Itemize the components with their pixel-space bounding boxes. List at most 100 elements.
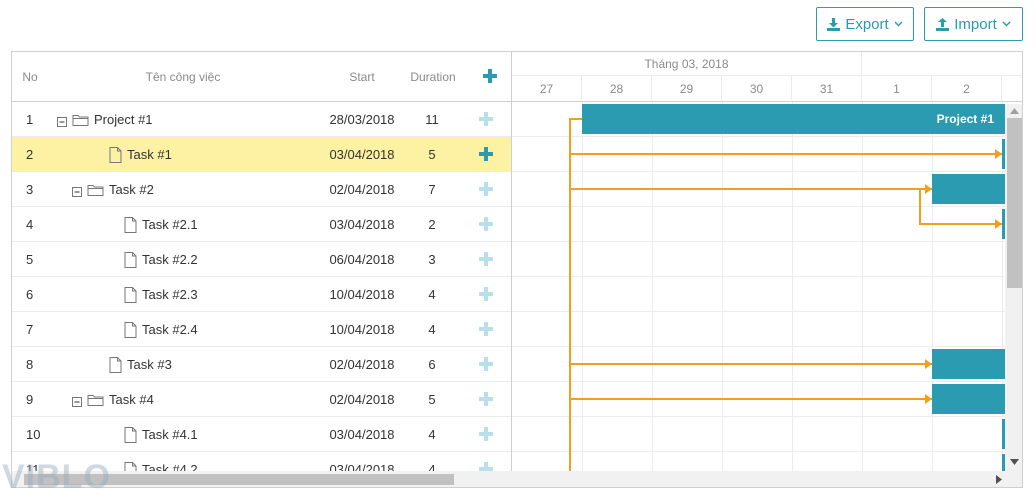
- dependency-links: [569, 118, 1002, 472]
- task-row[interactable]: 1 Project #1 28/03/2018 11: [12, 102, 511, 137]
- upload-icon: [936, 17, 950, 31]
- task-grid: No Tên công việc Start Duration 1 Project…: [12, 52, 512, 487]
- task-row[interactable]: 4 Task #2.1 03/04/2018 2: [12, 207, 511, 242]
- add-subtask-button[interactable]: [479, 182, 493, 196]
- task-name-cell[interactable]: Task #2.1: [124, 207, 198, 242]
- grid-header: No Tên công việc Start Duration: [12, 52, 511, 102]
- task-name: Task #4.1: [142, 427, 198, 442]
- task-name-cell[interactable]: Task #2.2: [124, 242, 198, 277]
- dependency-link[interactable]: [569, 118, 582, 472]
- file-icon: [109, 356, 122, 373]
- dependency-link[interactable]: [919, 189, 1002, 225]
- add-subtask-button[interactable]: [479, 252, 493, 266]
- task-name: Task #2.4: [142, 322, 198, 337]
- add-subtask-button[interactable]: [479, 322, 493, 336]
- scroll-up-arrow-icon[interactable]: [1010, 108, 1019, 114]
- task-start-date: 10/04/2018: [329, 322, 395, 337]
- task-name-cell[interactable]: Task #4: [72, 382, 154, 417]
- task-name: Project #1: [94, 112, 153, 127]
- task-name-cell[interactable]: Task #2: [72, 172, 154, 207]
- task-duration: 4: [428, 287, 436, 302]
- task-row[interactable]: 8 Task #3 02/04/2018 6: [12, 347, 511, 382]
- collapse-toggle-icon[interactable]: [72, 395, 82, 407]
- add-task-header-button[interactable]: [483, 69, 497, 88]
- task-no: 7: [26, 322, 34, 337]
- export-button-label: Export: [845, 15, 889, 33]
- task-duration: 4: [428, 322, 436, 337]
- column-header-name[interactable]: Tên công việc: [72, 52, 294, 102]
- task-no: 8: [26, 357, 34, 372]
- task-no: 5: [26, 252, 34, 267]
- vertical-scrollbar[interactable]: [1005, 104, 1022, 487]
- link-arrow-icon: [925, 394, 932, 404]
- task-duration: 4: [428, 427, 436, 442]
- task-name-cell[interactable]: Task #4.1: [124, 417, 198, 452]
- folder-icon: [87, 183, 104, 196]
- folder-icon: [87, 393, 104, 406]
- link-arrow-icon: [995, 149, 1002, 159]
- task-name-cell[interactable]: Task #1: [109, 137, 172, 172]
- add-subtask-button[interactable]: [479, 287, 493, 301]
- download-icon: [827, 17, 841, 31]
- add-subtask-button[interactable]: [479, 147, 493, 161]
- task-row[interactable]: 7 Task #2.4 10/04/2018 4: [12, 312, 511, 347]
- task-duration: 5: [428, 392, 436, 407]
- collapse-toggle-icon[interactable]: [72, 185, 82, 197]
- task-name-cell[interactable]: Task #2.3: [124, 277, 198, 312]
- task-no: 10: [26, 427, 41, 442]
- task-name: Task #1: [127, 147, 172, 162]
- timeline-horizontal-scrollbar[interactable]: [512, 471, 1022, 487]
- chevron-down-icon: [1002, 21, 1011, 27]
- add-subtask-button[interactable]: [479, 427, 493, 441]
- task-name: Task #2.1: [142, 217, 198, 232]
- file-icon: [109, 146, 122, 163]
- task-row[interactable]: 3 Task #2 02/04/2018 7: [12, 172, 511, 207]
- task-start-date: 03/04/2018: [329, 217, 395, 232]
- column-header-start[interactable]: Start: [317, 52, 407, 102]
- task-start-date: 03/04/2018: [329, 147, 395, 162]
- file-icon: [124, 216, 137, 233]
- task-row[interactable]: 9 Task #4 02/04/2018 5: [12, 382, 511, 417]
- task-start-date: 06/04/2018: [329, 252, 395, 267]
- file-icon: [124, 321, 137, 338]
- task-no: 4: [26, 217, 34, 232]
- vertical-scrollbar-thumb[interactable]: [1007, 118, 1022, 288]
- task-row[interactable]: 5 Task #2.2 06/04/2018 3: [12, 242, 511, 277]
- link-arrow-icon: [925, 184, 932, 194]
- add-subtask-button[interactable]: [479, 357, 493, 371]
- task-no: 1: [26, 112, 34, 127]
- task-duration: 3: [428, 252, 436, 267]
- task-no: 2: [26, 147, 34, 162]
- file-icon: [124, 426, 137, 443]
- task-name: Task #2.2: [142, 252, 198, 267]
- column-header-no[interactable]: No: [12, 52, 48, 102]
- import-button[interactable]: Import: [924, 7, 1023, 41]
- task-row[interactable]: 10 Task #4.1 03/04/2018 4: [12, 417, 511, 452]
- task-start-date: 02/04/2018: [329, 357, 395, 372]
- export-button[interactable]: Export: [816, 7, 914, 41]
- add-subtask-button[interactable]: [479, 217, 493, 231]
- task-name: Task #4: [109, 392, 154, 407]
- timeline-area: Tháng 03, 2018 27 28 29 30 31 1 2 Project #1: [512, 52, 1022, 487]
- task-no: 6: [26, 287, 34, 302]
- task-row[interactable]: 2 Task #1 03/04/2018 5: [12, 137, 511, 172]
- column-header-duration[interactable]: Duration: [402, 52, 464, 102]
- task-name-cell[interactable]: Task #2.4: [124, 312, 198, 347]
- watermark-logo: VIBLO: [2, 458, 111, 496]
- task-name: Task #2: [109, 182, 154, 197]
- link-arrow-icon: [925, 359, 932, 369]
- plus-icon: [483, 69, 497, 83]
- add-subtask-button[interactable]: [479, 392, 493, 406]
- task-start-date: 02/04/2018: [329, 392, 395, 407]
- scroll-down-arrow-icon[interactable]: [1010, 459, 1019, 465]
- task-name: Task #3: [127, 357, 172, 372]
- task-name-cell[interactable]: Project #1: [57, 102, 153, 137]
- collapse-toggle-icon[interactable]: [57, 115, 67, 127]
- gantt-chart: No Tên công việc Start Duration 1 Project…: [11, 51, 1023, 488]
- scroll-right-arrow-icon[interactable]: [996, 475, 1002, 484]
- task-start-date: 02/04/2018: [329, 182, 395, 197]
- task-duration: 6: [428, 357, 436, 372]
- task-name-cell[interactable]: Task #3: [109, 347, 172, 382]
- add-subtask-button[interactable]: [479, 112, 493, 126]
- task-row[interactable]: 6 Task #2.3 10/04/2018 4: [12, 277, 511, 312]
